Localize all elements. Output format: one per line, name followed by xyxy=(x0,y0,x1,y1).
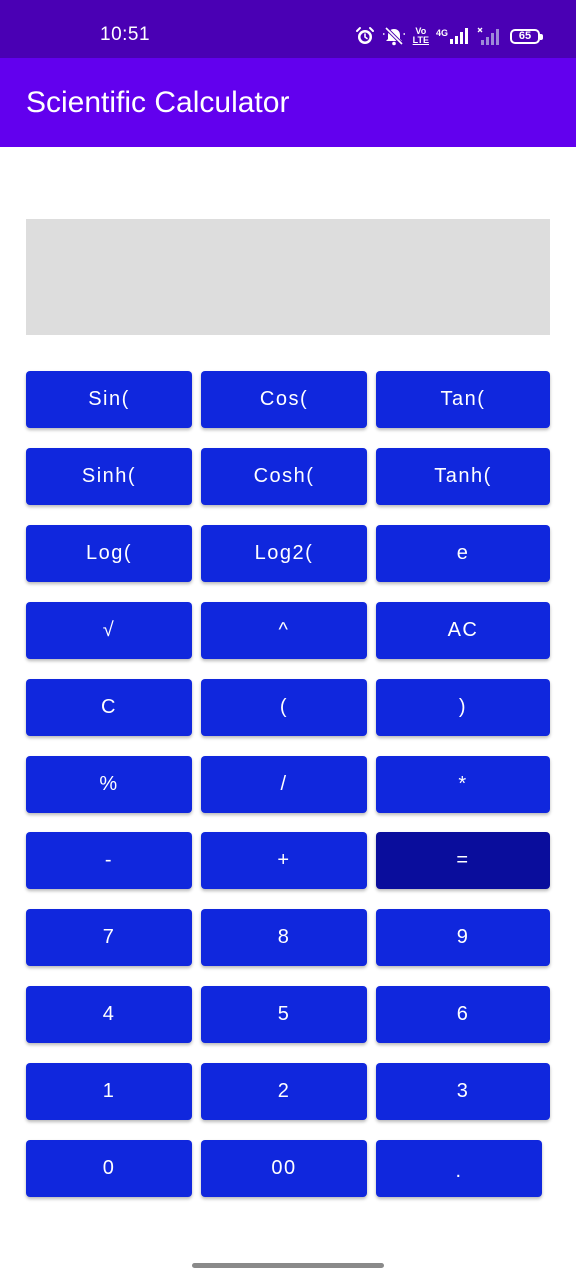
digit-6-button[interactable]: 6 xyxy=(376,986,550,1043)
app-title: Scientific Calculator xyxy=(26,86,290,119)
signal-icon: 4G xyxy=(436,28,470,44)
all-clear-button[interactable]: AC xyxy=(376,602,550,659)
status-icons: Vo LTE 4G 65 xyxy=(355,25,543,47)
digit-2-button[interactable]: 2 xyxy=(201,1063,367,1120)
network-type-label: 4G xyxy=(435,28,448,38)
log2-button[interactable]: Log2( xyxy=(201,525,367,582)
app-bar: Scientific Calculator xyxy=(0,58,576,147)
clear-button[interactable]: C xyxy=(26,679,192,736)
minus-button[interactable]: - xyxy=(26,832,192,889)
tan-button[interactable]: Tan( xyxy=(376,371,550,428)
digit-3-button[interactable]: 3 xyxy=(376,1063,550,1120)
close-paren-button[interactable]: ) xyxy=(376,679,550,736)
status-bar: 10:51 Vo LTE 4G 65 xyxy=(0,0,576,58)
sin-button[interactable]: Sin( xyxy=(26,371,192,428)
home-indicator[interactable] xyxy=(192,1263,384,1268)
digit-1-button[interactable]: 1 xyxy=(26,1063,192,1120)
signal-weak-icon xyxy=(477,27,499,45)
cosh-button[interactable]: Cosh( xyxy=(201,448,367,505)
digit-7-button[interactable]: 7 xyxy=(26,909,192,966)
double-zero-button[interactable]: 00 xyxy=(201,1140,367,1197)
percent-button[interactable]: % xyxy=(26,756,192,813)
power-button[interactable]: ^ xyxy=(201,602,367,659)
digit-4-button[interactable]: 4 xyxy=(26,986,192,1043)
battery-icon: 65 xyxy=(510,28,543,44)
log-button[interactable]: Log( xyxy=(26,525,192,582)
decimal-point-button[interactable]: . xyxy=(376,1140,542,1197)
digit-0-button[interactable]: 0 xyxy=(26,1140,192,1197)
alarm-icon xyxy=(355,26,375,46)
digit-9-button[interactable]: 9 xyxy=(376,909,550,966)
cos-button[interactable]: Cos( xyxy=(201,371,367,428)
divide-button[interactable]: / xyxy=(201,756,367,813)
plus-button[interactable]: + xyxy=(201,832,367,889)
calculator-display[interactable] xyxy=(26,219,550,335)
equals-button[interactable]: = xyxy=(376,832,550,889)
volte-bottom-label: LTE xyxy=(412,35,429,45)
tanh-button[interactable]: Tanh( xyxy=(376,448,550,505)
digit-8-button[interactable]: 8 xyxy=(201,909,367,966)
sqrt-button[interactable]: √ xyxy=(26,602,192,659)
mute-icon xyxy=(382,26,406,46)
sinh-button[interactable]: Sinh( xyxy=(26,448,192,505)
euler-button[interactable]: e xyxy=(376,525,550,582)
battery-level: 65 xyxy=(518,29,532,42)
multiply-button[interactable]: * xyxy=(376,756,550,813)
status-time: 10:51 xyxy=(100,24,151,45)
open-paren-button[interactable]: ( xyxy=(201,679,367,736)
digit-5-button[interactable]: 5 xyxy=(201,986,367,1043)
volte-icon: Vo LTE xyxy=(413,27,429,45)
